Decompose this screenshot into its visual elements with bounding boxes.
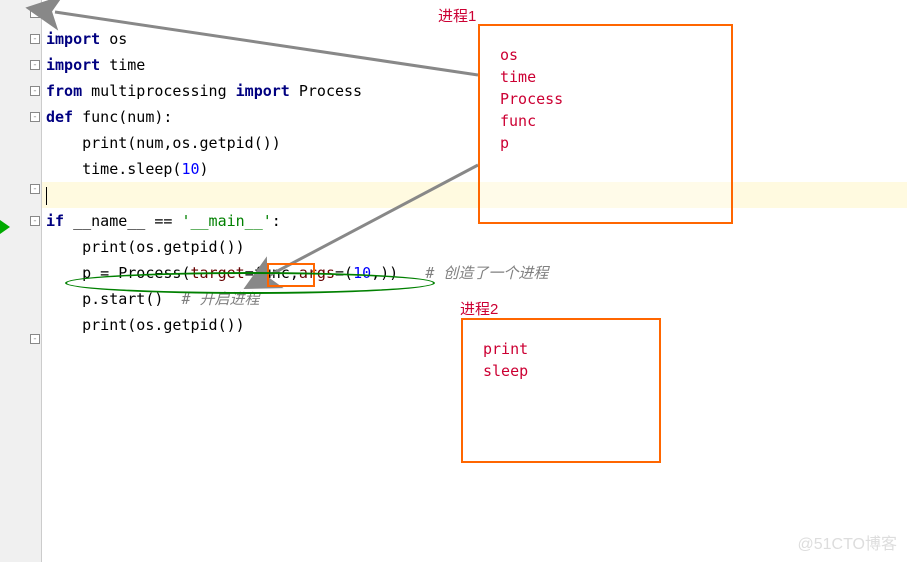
annotation-box-content: os time Process func p bbox=[480, 26, 731, 172]
editor-gutter: - - - - - - - - bbox=[0, 0, 42, 562]
fold-icon[interactable]: - bbox=[30, 60, 40, 70]
annotation-box-process1: os time Process func p bbox=[478, 24, 733, 224]
caret-icon bbox=[46, 187, 47, 205]
fold-icon[interactable]: - bbox=[30, 184, 40, 194]
annotation-box-content: print sleep bbox=[463, 320, 659, 400]
fold-icon[interactable]: - bbox=[30, 112, 40, 122]
code-line-current bbox=[42, 182, 907, 208]
code-line: import os bbox=[42, 26, 907, 52]
code-line: from multiprocessing import Process bbox=[42, 78, 907, 104]
code-line: def func(num): bbox=[42, 104, 907, 130]
code-line: print(os.getpid()) bbox=[42, 234, 907, 260]
code-line: print(num,os.getpid()) bbox=[42, 130, 907, 156]
fold-icon[interactable]: - bbox=[30, 34, 40, 44]
annotation-box-process2: print sleep bbox=[461, 318, 661, 463]
code-line: time.sleep(10) bbox=[42, 156, 907, 182]
fold-icon[interactable]: - bbox=[30, 86, 40, 96]
annotation-label-process1: 进程1 bbox=[438, 5, 476, 26]
fold-icon[interactable]: - bbox=[30, 216, 40, 226]
code-line: if __name__ == '__main__': bbox=[42, 208, 907, 234]
fold-icon[interactable]: - bbox=[30, 8, 40, 18]
watermark: @51CTO博客 bbox=[797, 530, 897, 554]
annotation-label-process2: 进程2 bbox=[460, 298, 498, 319]
code-line: import time bbox=[42, 52, 907, 78]
annotation-ellipse bbox=[65, 272, 435, 294]
fold-icon[interactable]: - bbox=[30, 334, 40, 344]
run-marker-icon bbox=[0, 220, 10, 234]
